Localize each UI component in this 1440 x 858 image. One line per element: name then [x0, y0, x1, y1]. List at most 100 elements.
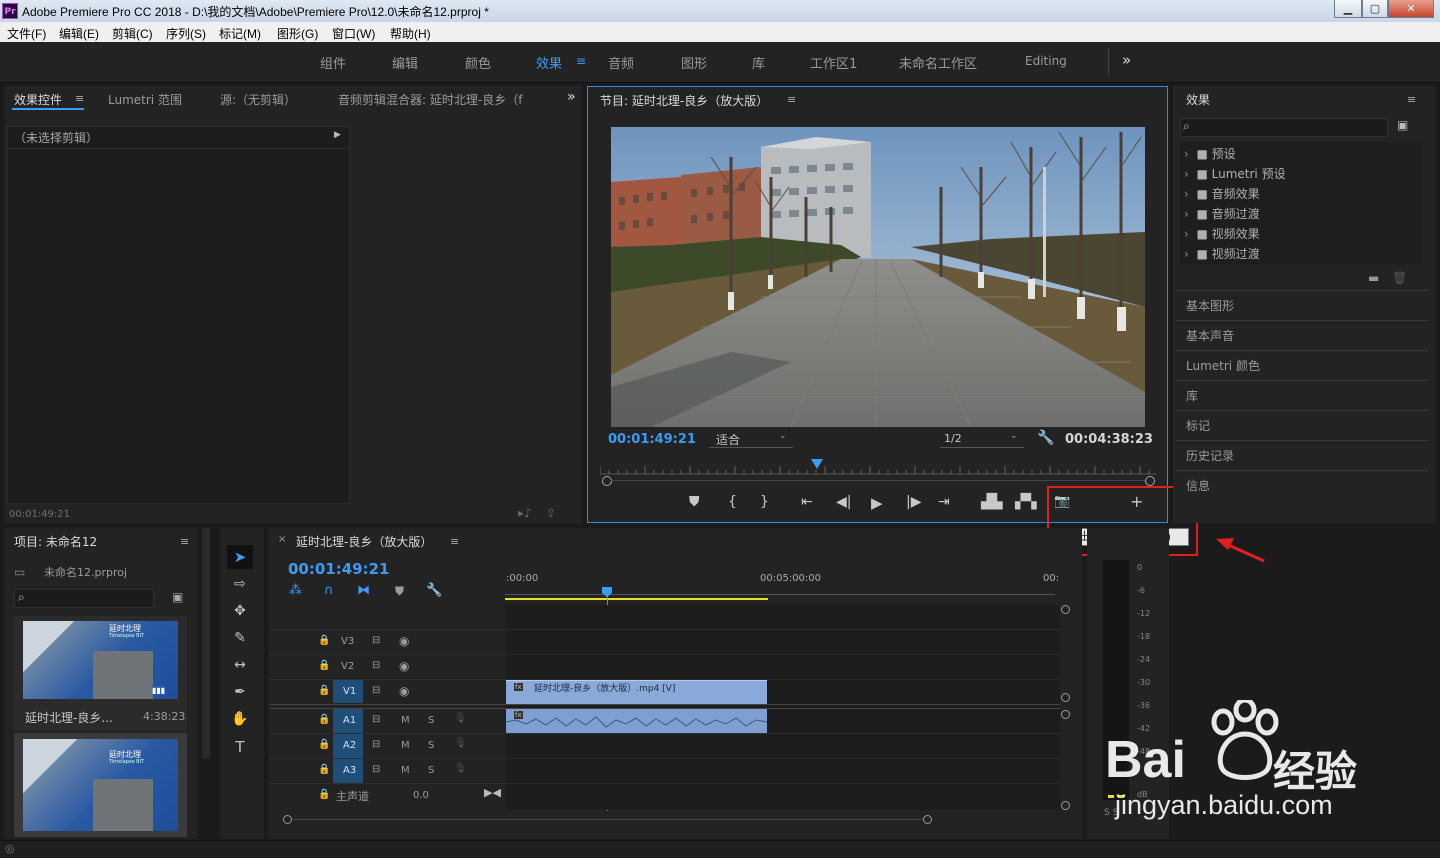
- panel-libraries[interactable]: 库: [1186, 387, 1198, 404]
- zoom-handle-right[interactable]: [1145, 476, 1155, 486]
- filter-icon[interactable]: ▸♪: [518, 506, 532, 520]
- program-video-frame[interactable]: [611, 127, 1145, 427]
- sync-lock-icon[interactable]: ⊟: [372, 714, 380, 725]
- solo-button[interactable]: S: [428, 765, 434, 776]
- workspace-color[interactable]: 颜色: [465, 53, 491, 72]
- effects-folder-lumetri-presets[interactable]: › ■ Lumetri 预设: [1184, 165, 1286, 182]
- effects-folder-video-transitions[interactable]: › ■ 视频过渡: [1184, 245, 1260, 262]
- more-workspaces-icon[interactable]: »: [1122, 51, 1131, 69]
- effects-menu-icon[interactable]: ≡: [1407, 93, 1416, 106]
- tab-audio-clip-mixer[interactable]: 音频剪辑混合器: 延时北理-良乡（f: [338, 91, 522, 108]
- workspace-audio[interactable]: 音频: [608, 53, 634, 72]
- mark-in-icon[interactable]: {: [728, 494, 737, 510]
- go-to-out-icon[interactable]: ⇥: [938, 494, 950, 510]
- timeline-timecode[interactable]: 00:01:49:21: [288, 560, 390, 578]
- lock-icon[interactable]: 🔒: [318, 685, 330, 696]
- zoom-select[interactable]: 适合 ⌄: [709, 431, 793, 448]
- lock-icon[interactable]: 🔒: [318, 764, 330, 775]
- menu-edit[interactable]: 编辑(E): [59, 25, 99, 42]
- project-scrollbar[interactable]: [202, 528, 210, 758]
- more-tabs-icon[interactable]: »: [567, 89, 576, 105]
- panel-info[interactable]: 信息: [1186, 477, 1210, 494]
- panel-menu-icon[interactable]: ≡: [75, 92, 84, 105]
- menu-graphics[interactable]: 图形(G): [277, 25, 318, 42]
- meter-solo-buttons[interactable]: S S: [1104, 808, 1118, 818]
- panel-markers[interactable]: 标记: [1186, 417, 1210, 434]
- track-v1-label[interactable]: V1: [343, 686, 356, 697]
- master-volume-value[interactable]: 0.0: [413, 790, 429, 801]
- workspace-libraries[interactable]: 库: [752, 53, 765, 72]
- tab-effect-controls[interactable]: 效果控件: [14, 91, 62, 108]
- mark-out-icon[interactable]: }: [760, 494, 769, 510]
- effects-folder-presets[interactable]: › ■ 预设: [1184, 145, 1236, 162]
- workspace-1[interactable]: 工作区1: [810, 53, 857, 72]
- lock-icon[interactable]: 🔒: [318, 739, 330, 750]
- lock-icon[interactable]: 🔒: [318, 635, 330, 646]
- expand-arrow-icon[interactable]: ▶: [334, 130, 341, 140]
- type-tool-icon[interactable]: T: [229, 738, 251, 756]
- slip-tool-icon[interactable]: ↔: [229, 657, 251, 673]
- solo-button[interactable]: S: [428, 715, 434, 726]
- project-clip-item[interactable]: 延时北理 Timelapse BIT ▮▮▮ 延时北理-良乡... 4:38:2…: [14, 616, 187, 730]
- track-v3-label[interactable]: V3: [341, 636, 354, 647]
- nest-toggle-icon[interactable]: ⁂: [289, 583, 302, 598]
- panel-essential-graphics[interactable]: 基本图形: [1186, 297, 1234, 314]
- workspace-menu-icon[interactable]: ≡: [576, 54, 586, 68]
- add-marker-icon[interactable]: ⛊: [689, 494, 700, 510]
- time-ruler[interactable]: [505, 588, 1055, 595]
- track-a2-label[interactable]: A2: [343, 740, 356, 751]
- close-window-button[interactable]: ✕: [1388, 0, 1434, 18]
- microphone-icon[interactable]: 🎙: [454, 763, 467, 774]
- microphone-icon[interactable]: 🎙: [454, 713, 467, 724]
- menu-window[interactable]: 窗口(W): [332, 25, 375, 42]
- zoom-bar[interactable]: [611, 480, 1145, 481]
- selection-tool-icon[interactable]: ➤: [229, 548, 251, 566]
- track-v2-label[interactable]: V2: [341, 661, 354, 672]
- lock-icon[interactable]: 🔒: [318, 714, 330, 725]
- horizontal-zoom-scroll[interactable]: [283, 815, 1058, 824]
- pen-tool-icon[interactable]: ✒: [229, 684, 251, 700]
- tab-lumetri-scopes[interactable]: Lumetri 范围: [108, 91, 182, 108]
- go-to-end-icon[interactable]: ▶◀: [484, 786, 501, 799]
- panel-history[interactable]: 历史记录: [1186, 447, 1234, 464]
- project-search-input[interactable]: ⌕: [14, 589, 154, 608]
- tab-source[interactable]: 源:（无剪辑）: [220, 91, 296, 108]
- vertical-track-scroll[interactable]: [1060, 605, 1070, 810]
- play-icon[interactable]: ▶: [871, 494, 883, 512]
- close-tab-icon[interactable]: ×: [278, 534, 286, 545]
- workspace-editing-en[interactable]: Editing: [1025, 54, 1067, 68]
- lock-icon[interactable]: 🔒: [318, 789, 330, 800]
- video-clip-v1[interactable]: fx 延时北理-良乡（放大版）.mp4 [V]: [506, 680, 767, 704]
- menu-marker[interactable]: 标记(M): [219, 25, 261, 42]
- step-back-icon[interactable]: ◀|: [836, 494, 851, 510]
- linked-selection-icon[interactable]: ⧓: [357, 583, 370, 598]
- workspace-graphics[interactable]: 图形: [681, 53, 707, 72]
- track-a3-label[interactable]: A3: [343, 765, 356, 776]
- audio-clip-a1[interactable]: fx: [506, 709, 767, 733]
- project-sequence-item[interactable]: 延时北理 Timelapse BIT: [14, 733, 187, 837]
- export-icon[interactable]: ⇪: [546, 506, 556, 520]
- eye-icon[interactable]: ◉: [399, 659, 409, 673]
- work-area-bar[interactable]: [505, 598, 768, 600]
- go-to-in-icon[interactable]: ⇤: [801, 494, 813, 510]
- workspace-unnamed[interactable]: 未命名工作区: [899, 53, 977, 72]
- timeline-title[interactable]: 延时北理-良乡（放大版）: [296, 533, 432, 550]
- mute-button[interactable]: M: [401, 765, 410, 776]
- sync-lock-icon[interactable]: ⊟: [372, 685, 380, 696]
- maximize-button[interactable]: ▢: [1362, 0, 1388, 18]
- extract-icon[interactable]: ▞▚: [1015, 494, 1037, 510]
- sync-lock-icon[interactable]: ⊟: [372, 739, 380, 750]
- mute-button[interactable]: M: [401, 740, 410, 751]
- effects-search-input[interactable]: ⌕: [1180, 118, 1388, 137]
- timeline-menu-icon[interactable]: ≡: [450, 535, 459, 548]
- menu-clip[interactable]: 剪辑(C): [112, 25, 153, 42]
- add-marker-icon[interactable]: ⛊: [395, 584, 404, 599]
- sync-lock-icon[interactable]: ⊟: [372, 764, 380, 775]
- menu-file[interactable]: 文件(F): [7, 25, 46, 42]
- solo-button[interactable]: S: [428, 740, 434, 751]
- minimize-button[interactable]: ▁: [1334, 0, 1362, 18]
- panel-essential-sound[interactable]: 基本声音: [1186, 327, 1234, 344]
- lift-icon[interactable]: ▟▙: [981, 494, 1003, 510]
- sync-lock-icon[interactable]: ⊟: [372, 635, 380, 646]
- find-icon[interactable]: ▣: [172, 590, 183, 604]
